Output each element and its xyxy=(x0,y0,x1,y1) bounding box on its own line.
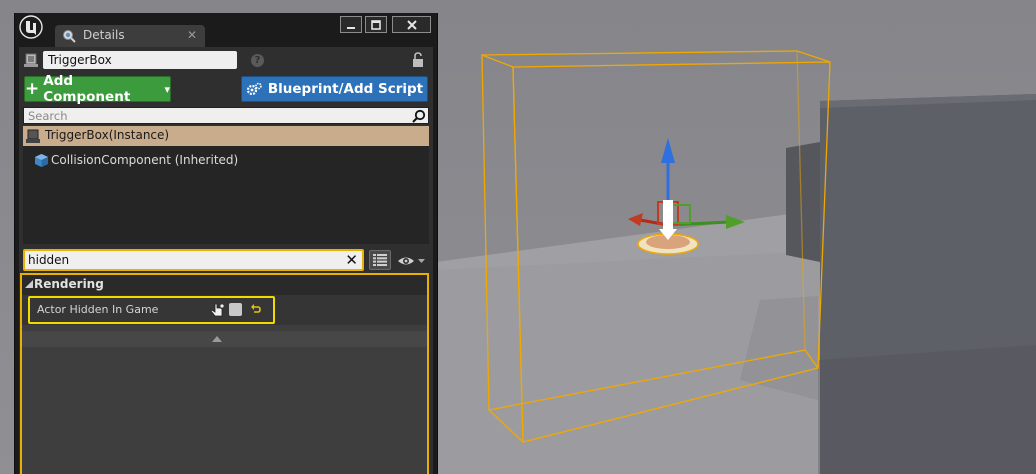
blueprint-label: Blueprint/Add Script xyxy=(267,81,424,97)
property-search-input[interactable] xyxy=(28,252,328,268)
details-panel: ? + Add Component ▾ Blueprint/Add Script xyxy=(19,47,433,474)
close-icon xyxy=(406,19,417,30)
plus-icon: + xyxy=(25,79,40,99)
actor-icon xyxy=(26,129,40,143)
component-search-input[interactable] xyxy=(24,108,408,123)
minimize-button[interactable] xyxy=(340,16,362,33)
chevron-up-icon xyxy=(212,336,222,342)
tab-details[interactable]: Details ✕ xyxy=(55,25,205,47)
minimize-icon xyxy=(347,26,355,29)
far-cube xyxy=(786,142,820,262)
add-component-label: Add Component xyxy=(43,73,131,105)
details-icon xyxy=(63,30,76,43)
list-grid-icon xyxy=(373,254,387,266)
eye-icon[interactable] xyxy=(397,254,427,268)
property-row-actor-hidden: Actor Hidden In Game xyxy=(22,295,427,344)
property-search-box: ✕ xyxy=(23,249,364,271)
tree-item-label: CollisionComponent (Inherited) xyxy=(51,153,239,167)
close-window-button[interactable] xyxy=(392,16,431,33)
properties-area: Rendering Actor Hidden In Game xyxy=(20,273,429,474)
add-component-button[interactable]: + Add Component ▾ xyxy=(24,73,171,105)
collapse-arrow-icon xyxy=(25,280,33,288)
tree-item-triggerbox[interactable]: TriggerBox(Instance) xyxy=(23,126,429,146)
clear-search-icon[interactable]: ✕ xyxy=(345,252,358,268)
actor-icon xyxy=(24,53,38,67)
property-matrix-button[interactable] xyxy=(369,250,391,270)
tab-details-label: Details xyxy=(83,28,125,42)
unreal-logo-icon xyxy=(19,15,43,39)
component-tree: TriggerBox(Instance) CollisionComponent … xyxy=(23,126,429,244)
tab-close-icon[interactable]: ✕ xyxy=(187,28,197,42)
advanced-collapse-bar[interactable] xyxy=(22,331,427,347)
search-icon xyxy=(412,109,426,123)
pointer-icon xyxy=(210,303,224,317)
details-window: Details ✕ ? + Add Component ▾ xyxy=(14,13,438,474)
help-icon[interactable]: ? xyxy=(251,54,264,67)
maximize-button[interactable] xyxy=(365,16,387,33)
gears-icon xyxy=(246,82,262,96)
category-rendering[interactable]: Rendering xyxy=(22,275,427,295)
category-label: Rendering xyxy=(34,277,104,291)
cube-icon xyxy=(35,154,48,167)
lock-icon[interactable] xyxy=(411,52,425,68)
actor-hidden-checkbox[interactable] xyxy=(229,303,242,316)
chevron-down-icon: ▾ xyxy=(164,82,170,96)
tree-item-label: TriggerBox(Instance) xyxy=(45,128,170,142)
property-label: Actor Hidden In Game xyxy=(37,303,159,316)
maximize-icon xyxy=(371,19,381,30)
blueprint-add-script-button[interactable]: Blueprint/Add Script xyxy=(241,76,428,102)
component-search-box xyxy=(23,107,429,124)
reset-arrow-icon[interactable] xyxy=(251,304,261,314)
actor-name-field[interactable] xyxy=(43,51,237,69)
tree-item-collision-component[interactable]: CollisionComponent (Inherited) xyxy=(23,150,429,170)
property-highlight: Actor Hidden In Game xyxy=(28,296,275,324)
